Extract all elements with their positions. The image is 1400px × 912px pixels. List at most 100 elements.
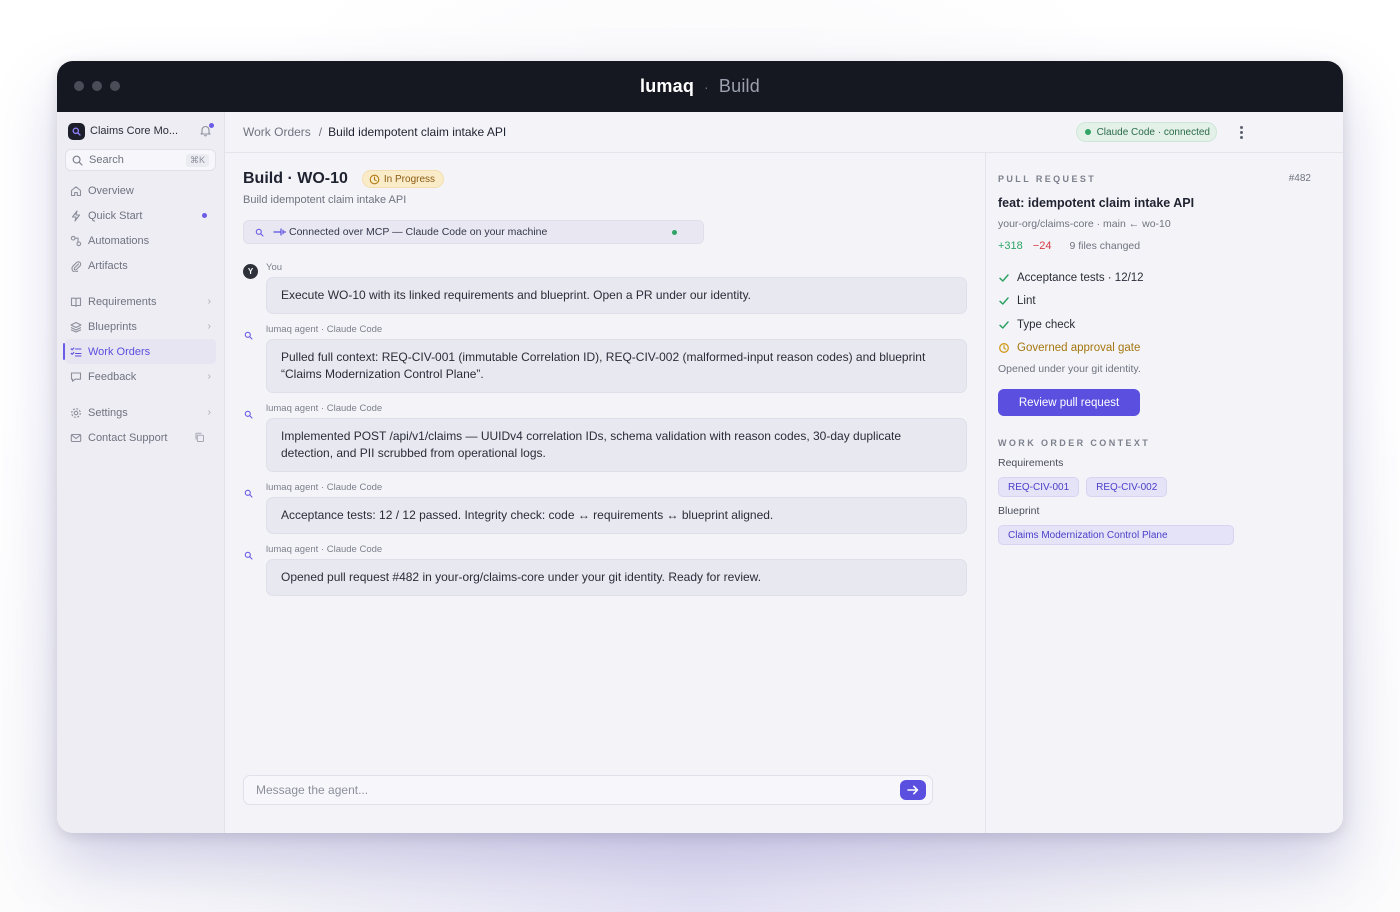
agent-message: lumaq agent · Claude Code Pulled full co…	[243, 324, 967, 393]
mail-icon	[70, 433, 82, 442]
copy-icon[interactable]	[194, 432, 205, 443]
connection-status-text: Claude Code · connected	[1096, 126, 1210, 138]
message-author: lumaq agent · Claude Code	[266, 544, 383, 555]
list-check-icon	[70, 346, 82, 357]
pull-request-panel: PULL REQUEST #482 feat: idempotent claim…	[986, 153, 1343, 833]
more-options-icon[interactable]	[1237, 125, 1245, 139]
new-indicator-dot	[202, 213, 207, 218]
message-author: lumaq agent · Claude Code	[266, 403, 383, 414]
sidebar-item-label: Requirements	[88, 295, 157, 308]
top-bar: Work Orders / Build idempotent claim int…	[225, 112, 1343, 153]
agent-icon	[255, 228, 264, 237]
minimize-window-button[interactable]	[92, 81, 102, 91]
check-icon	[999, 274, 1009, 282]
title-bar: lumaq · Build	[57, 61, 1343, 112]
sidebar-nav: Overview Quick Start Automations Artifac…	[63, 178, 216, 450]
connected-dot	[1084, 129, 1091, 135]
pr-additions: +318	[998, 240, 1023, 252]
sidebar-item-artifacts[interactable]: Artifacts	[65, 253, 216, 278]
message-bubble: Opened pull request #482 in your-org/cla…	[266, 559, 967, 596]
brand-name: lumaq	[640, 76, 695, 96]
home-icon	[70, 185, 82, 196]
sidebar-item-requirements[interactable]: Requirements ›	[65, 289, 216, 314]
agent-avatar-icon	[244, 551, 253, 560]
requirement-chip[interactable]: REQ-CIV-002	[1086, 477, 1168, 497]
message-bubble: Acceptance tests: 12 / 12 passed. Integr…	[266, 497, 967, 534]
automation-icon	[70, 235, 82, 246]
requirements-label: Requirements	[998, 457, 1064, 469]
check-item: Governed approval gate	[998, 337, 1331, 361]
close-window-button[interactable]	[74, 81, 84, 91]
chevron-right-icon: ›	[207, 407, 211, 418]
message-bubble: Implemented POST /api/v1/claims — UUIDv4…	[266, 418, 967, 472]
chevron-right-icon: ›	[207, 296, 211, 307]
chevron-right-icon: ›	[207, 321, 211, 332]
sidebar-item-feedback[interactable]: Feedback ›	[65, 364, 216, 389]
sidebar-item-automations[interactable]: Automations	[65, 228, 216, 253]
search-icon	[72, 155, 83, 166]
title-separator: ·	[704, 79, 709, 95]
main-area: Work Orders / Build idempotent claim int…	[225, 112, 1343, 833]
connection-status-badge: Claude Code · connected	[1075, 122, 1217, 142]
message-input[interactable]: Message the agent...	[256, 783, 900, 797]
app-window: lumaq · Build Claims Core Mo... Search ⌘K	[57, 61, 1343, 833]
page-title: Build · WO-10	[243, 170, 348, 187]
breadcrumb-current: Build idempotent claim intake API	[328, 125, 507, 139]
search-label: Search	[89, 154, 124, 166]
sidebar-item-label: Feedback	[88, 370, 137, 383]
agent-conversation: Build · WO-10 In Progress Build idempote…	[225, 153, 986, 833]
gear-icon	[71, 407, 81, 418]
breadcrumb-work-orders[interactable]: Work Orders	[243, 125, 311, 139]
sidebar-item-label: Work Orders	[88, 345, 151, 358]
window-controls	[74, 81, 120, 91]
avatar: Y	[243, 264, 258, 279]
sidebar-item-label: Quick Start	[88, 209, 143, 222]
workspace-name: Claims Core Mo...	[90, 125, 179, 137]
message-list: Y You Execute WO-10 with its linked requ…	[243, 262, 967, 596]
sidebar-item-work-orders[interactable]: Work Orders	[63, 339, 216, 364]
user-message: Y You Execute WO-10 with its linked requ…	[243, 262, 967, 314]
sidebar: Claims Core Mo... Search ⌘K Overview Qui…	[57, 112, 225, 833]
sidebar-item-label: Automations	[88, 234, 150, 247]
agent-message: lumaq agent · Claude Code Acceptance tes…	[243, 482, 967, 534]
pr-deletions: −24	[1032, 240, 1052, 252]
pr-diff-stats: +318 −24 9 files changed	[998, 240, 1331, 252]
sidebar-item-label: Blueprints	[88, 320, 137, 333]
sidebar-item-contact-support[interactable]: Contact Support	[65, 425, 216, 450]
message-bubble: Execute WO-10 with its linked requiremen…	[266, 277, 967, 314]
check-icon	[999, 321, 1009, 329]
maximize-window-button[interactable]	[110, 81, 120, 91]
sidebar-item-settings[interactable]: Settings ›	[65, 400, 216, 425]
app-title: lumaq · Build	[640, 76, 760, 97]
review-pull-request-button[interactable]: Review pull request	[998, 389, 1140, 416]
pr-section-label: PULL REQUEST	[998, 173, 1097, 184]
blueprint-chip[interactable]: Claims Modernization Control Plane	[998, 525, 1234, 545]
context-section-label: WORK ORDER CONTEXT	[998, 438, 1151, 448]
requirement-chip[interactable]: REQ-CIV-001	[998, 477, 1080, 497]
send-button[interactable]	[900, 780, 926, 800]
notifications-bell-icon[interactable]	[199, 123, 214, 138]
check-icon	[999, 297, 1009, 305]
sidebar-item-quick-start[interactable]: Quick Start	[65, 203, 216, 228]
agent-avatar-icon	[244, 489, 253, 498]
sidebar-item-blueprints[interactable]: Blueprints ›	[65, 314, 216, 339]
status-text: In Progress	[383, 173, 436, 185]
requirements-chips: REQ-CIV-001 REQ-CIV-002	[998, 477, 1331, 497]
sidebar-item-overview[interactable]: Overview	[65, 178, 216, 203]
message-author: You	[266, 262, 283, 273]
page-subtitle: Build idempotent claim intake API	[243, 194, 407, 206]
pr-checks: Acceptance tests · 12/12 Lint Type check	[998, 266, 1331, 360]
clock-icon	[999, 343, 1009, 354]
workspace-logo-icon	[68, 122, 85, 140]
search-input[interactable]: Search ⌘K	[65, 149, 216, 171]
message-composer[interactable]: Message the agent...	[243, 775, 933, 805]
message-author: lumaq agent · Claude Code	[266, 324, 383, 335]
bolt-icon	[71, 209, 81, 222]
app-mode: Build	[718, 76, 760, 96]
agent-message: lumaq agent · Claude Code Opened pull re…	[243, 544, 967, 596]
plug-icon	[273, 228, 287, 236]
check-label: Governed approval gate	[1017, 342, 1141, 355]
paperclip-icon	[71, 260, 82, 272]
workspace-switcher[interactable]: Claims Core Mo...	[65, 120, 216, 142]
pr-number: #482	[1288, 173, 1311, 184]
